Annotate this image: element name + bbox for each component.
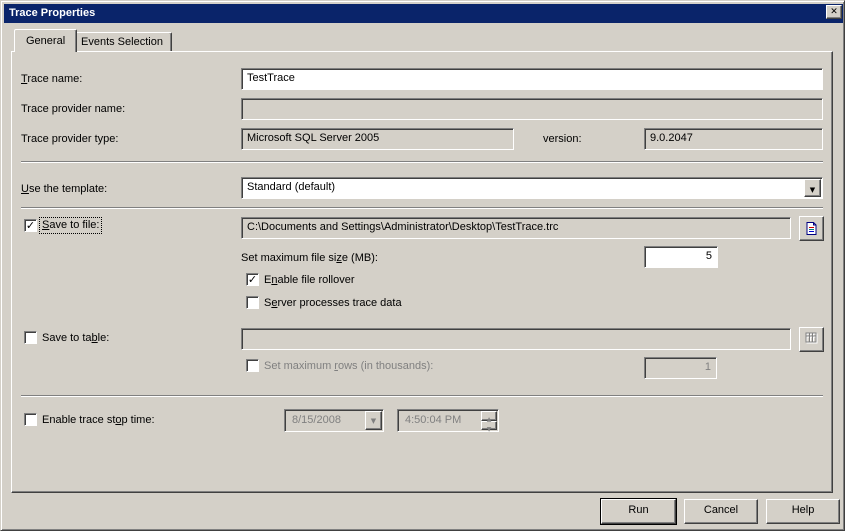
- max-rows-value: 1: [704, 361, 711, 373]
- help-button-label: Help: [791, 504, 815, 516]
- template-combobox[interactable]: Standard (default) ▼: [241, 177, 823, 199]
- tab-events-selection[interactable]: Events Selection: [72, 32, 172, 51]
- time-spinner: ▲ ▼: [481, 411, 497, 433]
- trace-name-input[interactable]: TestTrace: [241, 68, 823, 90]
- provider-type-value: Microsoft SQL Server 2005: [247, 132, 380, 144]
- version-field: 9.0.2047: [644, 128, 823, 150]
- trace-name-value: TestTrace: [247, 72, 295, 84]
- stop-date-dropdown-button: ▼: [365, 411, 382, 430]
- browse-file-button[interactable]: [799, 216, 824, 241]
- template-dropdown-button[interactable]: ▼: [804, 179, 821, 197]
- provider-type-field: Microsoft SQL Server 2005: [241, 128, 514, 150]
- tab-general[interactable]: General: [14, 29, 78, 52]
- chevron-down-icon: ▼: [809, 186, 816, 194]
- file-icon: [806, 222, 817, 235]
- save-to-file-path: C:\Documents and Settings\Administrator\…: [247, 221, 559, 233]
- save-to-file-label: Save to file:: [38, 217, 103, 234]
- stop-time-checkbox[interactable]: [24, 413, 37, 426]
- save-to-file-path-field: C:\Documents and Settings\Administrator\…: [241, 217, 791, 239]
- max-file-size-input[interactable]: 5: [644, 246, 718, 268]
- provider-name-field: [241, 98, 823, 120]
- provider-name-label: Trace provider name:: [21, 103, 126, 115]
- separator: [21, 395, 823, 397]
- chevron-down-icon: ▼: [370, 417, 377, 425]
- separator: [21, 207, 823, 209]
- provider-type-label: Trace provider type:: [21, 133, 119, 145]
- template-selected-value: Standard (default): [247, 181, 336, 193]
- template-label: Use the template:: [21, 183, 108, 195]
- max-file-size-value: 5: [705, 250, 712, 262]
- stop-date-picker: 8/15/2008 ▼: [284, 409, 384, 432]
- title-bar[interactable]: Trace Properties ✕: [4, 4, 843, 23]
- run-button-label: Run: [628, 504, 649, 516]
- spinner-down-button: ▼: [481, 420, 497, 433]
- server-processes-label: Server processes trace data: [264, 297, 402, 309]
- spinner-up-button: ▲: [481, 411, 497, 423]
- chevron-down-icon: ▼: [486, 425, 492, 433]
- version-label: version:: [543, 133, 582, 145]
- trace-properties-dialog: Trace Properties ✕ General Events Select…: [0, 0, 845, 531]
- check-icon: ✓: [247, 273, 258, 286]
- table-icon: [805, 332, 818, 344]
- max-file-size-label: Set maximum file size (MB):: [241, 252, 378, 264]
- tab-general-label: General: [26, 35, 66, 47]
- close-icon: ✕: [830, 7, 838, 17]
- version-value: 9.0.2047: [650, 132, 693, 144]
- stop-time-picker: 4:50:04 PM ▲ ▼: [397, 409, 499, 433]
- separator: [21, 161, 823, 163]
- close-button[interactable]: ✕: [826, 5, 842, 19]
- stop-time-label: Enable trace stop time:: [42, 414, 155, 426]
- save-to-table-field: [241, 328, 791, 350]
- cancel-button-label: Cancel: [703, 504, 739, 516]
- save-to-table-label: Save to table:: [42, 332, 110, 344]
- max-rows-checkbox: [246, 359, 259, 372]
- trace-name-label: Trace name:: [21, 73, 83, 85]
- save-to-file-checkbox[interactable]: ✓: [24, 219, 37, 232]
- run-button[interactable]: Run: [600, 498, 677, 525]
- save-to-table-checkbox[interactable]: [24, 331, 37, 344]
- window-title: Trace Properties: [9, 7, 96, 19]
- help-button[interactable]: Help: [766, 499, 840, 524]
- tab-events-selection-label: Events Selection: [81, 36, 163, 48]
- file-rollover-checkbox[interactable]: ✓: [246, 273, 259, 286]
- max-rows-label: Set maximum rows (in thousands):: [264, 360, 434, 372]
- max-rows-input: 1: [644, 357, 717, 379]
- check-icon: ✓: [25, 219, 36, 232]
- browse-table-button: [799, 327, 824, 352]
- cancel-button[interactable]: Cancel: [684, 499, 758, 524]
- file-rollover-label: Enable file rollover: [264, 274, 355, 286]
- server-processes-checkbox[interactable]: [246, 296, 259, 309]
